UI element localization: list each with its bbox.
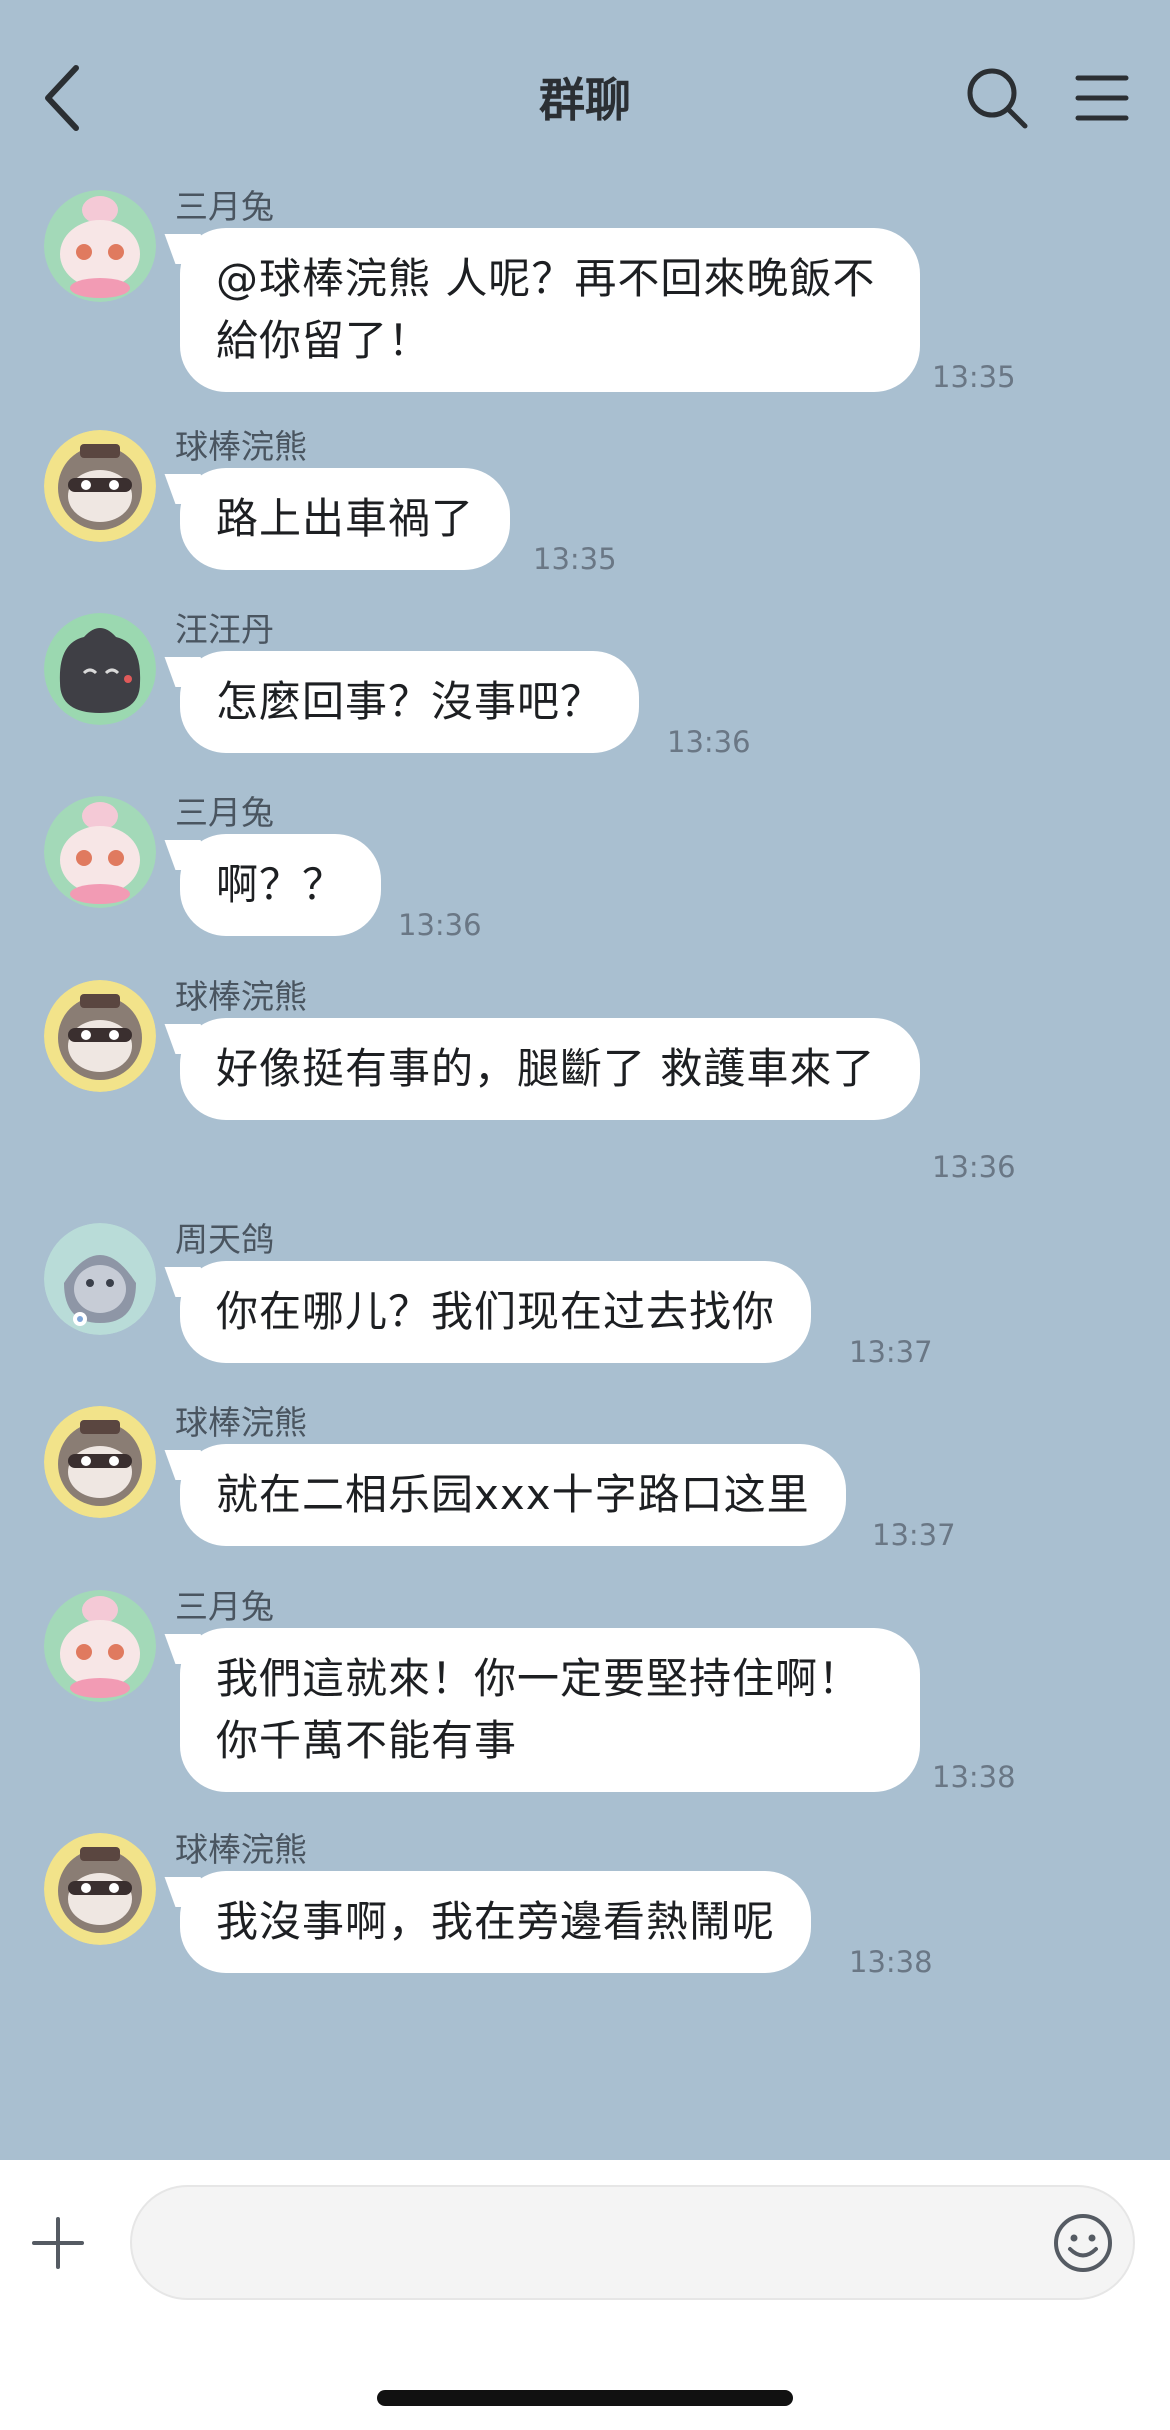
message-bubble[interactable]: 路上出車禍了 <box>180 468 511 570</box>
message-time: 13:35 <box>533 542 617 576</box>
rabbit-avatar-icon <box>44 190 156 302</box>
dark-creature-avatar-icon <box>44 613 156 725</box>
emoji-button[interactable] <box>1052 2212 1114 2274</box>
message-bubble[interactable]: 好像挺有事的，腿斷了 救護車來了 <box>180 1018 920 1120</box>
avatar[interactable] <box>44 190 156 302</box>
message-bubble[interactable]: 我沒事啊，我在旁邊看熱鬧呢 <box>180 1871 812 1973</box>
attach-button[interactable] <box>30 2215 86 2271</box>
message-input-container[interactable] <box>130 2185 1135 2300</box>
message-bubble[interactable]: 你在哪儿？我们现在过去找你 <box>180 1261 812 1363</box>
message-bubble[interactable]: 就在二相乐园xxx十字路口这里 <box>180 1444 846 1546</box>
message-list[interactable]: 三月兔 @球棒浣熊 人呢？再不回來晚飯不給你留了！ 13:35 球棒浣熊 路上出… <box>0 0 1170 2160</box>
rabbit-avatar-icon <box>44 796 156 908</box>
message-bubble[interactable]: @球棒浣熊 人呢？再不回來晚飯不給你留了！ <box>180 228 920 392</box>
sender-name: 球棒浣熊 <box>175 427 307 466</box>
message-time: 13:35 <box>932 360 1016 394</box>
sender-name: 球棒浣熊 <box>175 1403 307 1442</box>
raccoon-avatar-icon <box>44 980 156 1092</box>
plus-icon <box>32 2217 84 2269</box>
avatar[interactable] <box>44 980 156 1092</box>
message-time: 13:36 <box>398 908 482 942</box>
avatar[interactable] <box>44 1833 156 1945</box>
smiley-emoji-icon <box>1054 2214 1112 2272</box>
sender-name: 球棒浣熊 <box>175 1830 307 1869</box>
sender-name: 球棒浣熊 <box>175 977 307 1016</box>
sender-name: 三月兔 <box>175 793 274 832</box>
home-indicator <box>377 2390 793 2406</box>
sender-name: 周天鸽 <box>175 1220 274 1259</box>
message-time: 13:37 <box>872 1518 956 1552</box>
sender-name: 三月兔 <box>175 1587 274 1626</box>
message-time: 13:37 <box>849 1335 933 1369</box>
message-time: 13:38 <box>932 1760 1016 1794</box>
raccoon-avatar-icon <box>44 1833 156 1945</box>
rabbit-avatar-icon <box>44 1590 156 1702</box>
avatar[interactable] <box>44 430 156 542</box>
message-time: 13:36 <box>667 725 751 759</box>
avatar[interactable] <box>44 1223 156 1335</box>
sender-name: 三月兔 <box>175 187 274 226</box>
avatar[interactable] <box>44 1590 156 1702</box>
avatar[interactable] <box>44 796 156 908</box>
message-time: 13:36 <box>932 1150 1016 1184</box>
avatar[interactable] <box>44 1406 156 1518</box>
input-bar <box>0 2160 1170 2430</box>
message-time: 13:38 <box>849 1945 933 1979</box>
message-bubble[interactable]: 怎麼回事？沒事吧？ <box>180 651 640 753</box>
avatar[interactable] <box>44 613 156 725</box>
raccoon-avatar-icon <box>44 1406 156 1518</box>
raccoon-avatar-icon <box>44 430 156 542</box>
message-bubble[interactable]: 我們這就來！你一定要堅持住啊！你千萬不能有事 <box>180 1628 920 1792</box>
pigeon-avatar-icon <box>44 1223 156 1335</box>
message-input[interactable] <box>172 2187 1056 2300</box>
message-bubble[interactable]: 啊？？ <box>180 834 382 936</box>
sender-name: 汪汪丹 <box>175 610 274 649</box>
